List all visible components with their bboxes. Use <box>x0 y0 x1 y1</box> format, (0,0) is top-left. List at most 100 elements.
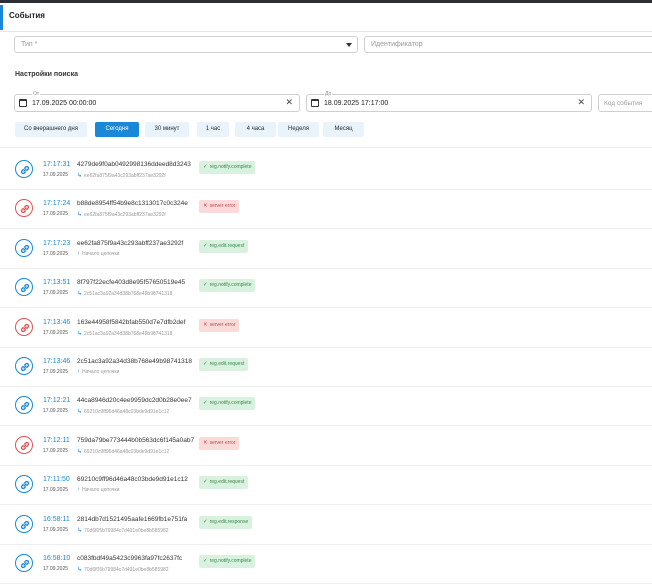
type-placeholder: Тип * <box>21 41 38 48</box>
date-to-field[interactable]: До 18.09.2025 17:17:00 ✕ <box>306 91 592 112</box>
event-time[interactable]: 17:12:21 <box>43 397 70 404</box>
event-time[interactable]: 17:13:51 <box>43 279 70 286</box>
event-parent: ↳ 69210c9ff96d46a48c03bde9d91e1c12 <box>77 448 169 455</box>
event-parent: ↳ 2c51ac3a92a34d38b768e49b98741318 <box>77 290 172 297</box>
range-chip[interactable]: 1 час <box>197 122 229 137</box>
status-text: reg.edit.request <box>209 479 245 486</box>
event-date: 17.09.2025 <box>43 408 69 415</box>
event-date: 17.09.2025 <box>43 211 69 218</box>
event-parent: ↳ 2c51ac3a92a34d38b768e49b98741318 <box>77 330 172 337</box>
calendar-icon[interactable] <box>19 99 27 107</box>
parent-id: 70d6f05b79984c7d491e0be8b585982 <box>84 527 169 534</box>
range-chip[interactable]: Неделя <box>278 122 319 137</box>
event-row[interactable]: 17:12:11 17.09.2025 759da79be773444b0b563d… <box>0 426 652 466</box>
type-select[interactable]: Тип * <box>14 36 358 53</box>
corner-arrow-icon: ↳ <box>77 448 83 455</box>
link-icon[interactable] <box>15 514 33 533</box>
arrow-up-icon: ↑ <box>77 487 80 494</box>
divider <box>0 147 652 148</box>
status-text: reg.edit.request <box>209 242 245 249</box>
event-id: 8f797f22ecfe403d8e95f57650519e45 <box>77 279 186 287</box>
event-id: 69210c9ff96d46a48c03bde9d91e1c12 <box>77 476 188 484</box>
link-icon[interactable] <box>15 435 33 454</box>
event-id: 163e44958f5842bfab550d7e7dfb2def <box>77 318 186 326</box>
date-from-field[interactable]: От 17.09.2025 00:00:00 ✕ <box>14 91 300 112</box>
event-parent: ↳ 70d6f05b79984c7d491e0be8b585982 <box>77 527 169 534</box>
event-date: 17.09.2025 <box>43 566 69 572</box>
event-time[interactable]: 17:13:46 <box>43 319 70 326</box>
event-time[interactable]: 17:11:50 <box>43 476 70 483</box>
event-row[interactable]: 17:11:50 17.09.2025 69210c9ff96d46a48c03bd… <box>0 465 652 506</box>
link-icon[interactable] <box>15 554 33 572</box>
event-time[interactable]: 17:17:24 <box>43 200 70 207</box>
event-date: 17.09.2025 <box>43 526 69 533</box>
event-id: 4279de9f0ab0492998136ddeed8d3243 <box>77 161 191 168</box>
event-row[interactable]: 16:58:11 17.09.2025 2814db7d1521495aafe166… <box>0 505 652 545</box>
event-id: 2814db7d1521495aafe1669fb1e751fa <box>77 515 188 523</box>
event-id: 759da79be773444b0b563dc6f145a0ab7 <box>77 436 195 444</box>
header-accent <box>0 5 3 30</box>
clear-icon[interactable]: ✕ <box>577 97 585 108</box>
event-time[interactable]: 16:58:11 <box>43 516 70 523</box>
check-icon: ✓ <box>203 479 208 486</box>
identifier-input[interactable]: Идентификатор <box>364 36 652 53</box>
event-row[interactable]: 17:13:51 17.09.2025 8f797f22ecfe403d8e95f5… <box>0 268 652 309</box>
event-date: 17.09.2025 <box>43 250 69 257</box>
event-row[interactable]: 16:58:10 17.09.2025 c083fbdf49a5423c9963fa… <box>0 544 652 584</box>
event-time[interactable]: 16:58:10 <box>43 555 70 562</box>
parent-id: Начало цепочки <box>82 369 120 375</box>
event-parent: ↳ ee62fa875f9a43c293abff237ae3292f <box>77 172 166 179</box>
event-id: c083fbdf49a5423c9963fa97fc2637fc <box>77 555 183 562</box>
event-row[interactable]: 17:13:46 17.09.2025 163e44958f5842bfab550d… <box>0 308 652 348</box>
range-chip[interactable]: 4 часа <box>235 122 276 137</box>
link-icon[interactable] <box>15 278 33 297</box>
link-icon[interactable] <box>15 317 33 336</box>
event-row[interactable]: 17:17:23 17.09.2025 ee62fa875f9a43c293abff… <box>0 229 652 269</box>
event-time[interactable]: 17:17:31 <box>43 161 70 168</box>
link-icon[interactable] <box>15 160 33 178</box>
link-icon[interactable] <box>15 199 33 218</box>
check-icon: ✓ <box>203 282 208 289</box>
event-id: 2c51ac3a92a34d38b768e49b98741318 <box>77 358 192 365</box>
date-to-value: 18.09.2025 17:17:00 <box>324 100 389 107</box>
event-parent: ↑ Начало цепочки <box>77 251 119 257</box>
event-row[interactable]: 17:17:31 17.09.2025 4279de9f0ab0492998136d… <box>0 150 652 190</box>
check-icon: ✓ <box>203 558 208 564</box>
status-badge: ✓ reg.edit.response <box>199 515 253 529</box>
event-time[interactable]: 17:17:23 <box>43 240 70 247</box>
range-chip[interactable]: Месяц <box>323 122 364 137</box>
event-time[interactable]: 17:13:46 <box>43 358 70 365</box>
check-icon: ✓ <box>203 361 208 367</box>
link-icon[interactable] <box>15 396 33 415</box>
event-row[interactable]: 17:13:46 17.09.2025 2c51ac3a92a34d38b768e4… <box>0 347 652 387</box>
event-time[interactable]: 17:12:11 <box>43 437 70 444</box>
status-badge: ✓ reg.edit.request <box>199 358 249 371</box>
range-chip[interactable]: Со вчерашнего дня <box>15 122 87 137</box>
parent-id: 69210c9ff96d46a48c03bde9d91e1c12 <box>84 448 170 455</box>
page-title: События <box>9 11 45 20</box>
clear-icon[interactable]: ✕ <box>285 97 293 108</box>
cross-icon: ✕ <box>203 439 208 446</box>
event-date: 17.09.2025 <box>43 369 69 375</box>
check-icon: ✓ <box>203 400 208 407</box>
check-icon: ✓ <box>203 164 208 170</box>
status-text: reg.edit.request <box>209 361 245 367</box>
parent-id: Начало цепочки <box>82 250 120 257</box>
event-date: 17.09.2025 <box>43 172 69 178</box>
event-parent: ↳ 70d6f05b79984c7d491e0be8b585982 <box>77 566 169 573</box>
event-parent: ↳ 69210c9ff96d46a48c03bde9d91e1c12 <box>77 408 169 415</box>
link-icon[interactable] <box>15 238 33 257</box>
link-icon[interactable] <box>15 357 33 375</box>
corner-arrow-icon: ↳ <box>77 173 83 179</box>
event-row[interactable]: 17:17:24 17.09.2025 b88de8954ff54b9e8c1313… <box>0 189 652 230</box>
link-icon[interactable] <box>15 475 33 494</box>
range-chip[interactable]: 30 минут <box>145 122 189 137</box>
status-text: server error <box>209 203 236 210</box>
status-badge: ✓ reg.notify.complete <box>199 555 256 568</box>
event-id: 44ca8946d20c4ee9959dc2d0b28e0ee7 <box>77 397 192 405</box>
status-badge: ✓ reg.edit.request <box>199 239 249 253</box>
event-code-input[interactable]: Код события <box>598 94 652 112</box>
range-chip[interactable]: Сегодня <box>95 122 139 137</box>
calendar-icon[interactable] <box>311 99 319 107</box>
event-row[interactable]: 17:12:21 17.09.2025 44ca8946d20c4ee9959dc2… <box>0 386 652 427</box>
